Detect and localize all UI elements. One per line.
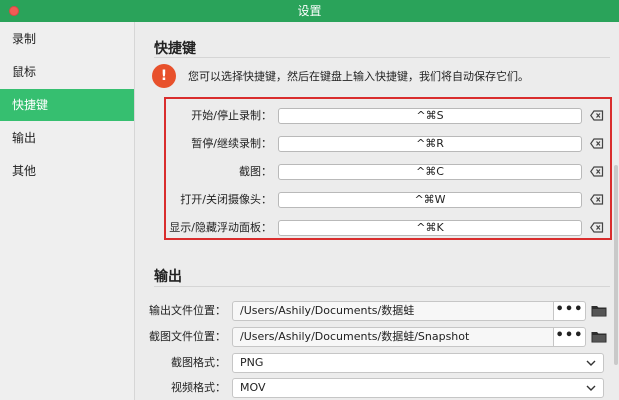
hotkey-field-camera[interactable]: ^⌘W bbox=[278, 192, 582, 208]
sidebar-item-output[interactable]: 输出 bbox=[0, 122, 134, 154]
hotkey-label: 暂停/继续录制： bbox=[191, 137, 272, 150]
video-format-row: 视频格式： MOV bbox=[136, 377, 619, 399]
video-format-value: MOV bbox=[240, 381, 266, 394]
hotkey-field-screenshot[interactable]: ^⌘C bbox=[278, 164, 582, 180]
output-file-location-label: 输出文件位置： bbox=[149, 304, 226, 317]
sidebar-item-other[interactable]: 其他 bbox=[0, 155, 134, 187]
hotkey-field-float-panel[interactable]: ^⌘K bbox=[278, 220, 582, 236]
hotkey-row-float-panel: 显示/隐藏浮动面板： ^⌘K bbox=[166, 218, 614, 238]
warning-icon: ! bbox=[152, 64, 176, 88]
title-bar: 设置 bbox=[0, 0, 619, 22]
output-file-location-row: 输出文件位置： /Users/Ashily/Documents/数据蛙 ••• bbox=[136, 300, 619, 322]
sidebar-item-mouse[interactable]: 鼠标 bbox=[0, 56, 134, 88]
folder-icon[interactable] bbox=[591, 304, 607, 317]
video-format-select[interactable]: MOV bbox=[232, 378, 604, 398]
chevron-down-icon bbox=[586, 385, 596, 391]
screenshot-location-field[interactable]: /Users/Ashily/Documents/数据蛙/Snapshot bbox=[232, 327, 554, 347]
clear-hotkey-icon[interactable] bbox=[590, 194, 604, 205]
hotkey-label: 开始/停止录制： bbox=[191, 109, 272, 122]
hotkeys-section-title: 快捷键 bbox=[154, 41, 196, 57]
hotkeys-notice: 您可以选择快捷键，然后在键盘上输入快捷键，我们将自动保存它们。 bbox=[188, 70, 529, 83]
hotkey-label: 打开/关闭摄像头： bbox=[180, 193, 272, 206]
output-divider bbox=[154, 286, 610, 287]
folder-icon[interactable] bbox=[591, 330, 607, 343]
clear-hotkey-icon[interactable] bbox=[590, 166, 604, 177]
hotkey-field-pause[interactable]: ^⌘R bbox=[278, 136, 582, 152]
hotkey-row-screenshot: 截图： ^⌘C bbox=[166, 162, 614, 182]
chevron-down-icon bbox=[586, 360, 596, 366]
hotkeys-highlight-box: 开始/停止录制： ^⌘S 暂停/继续录制： ^⌘R 截图： ^⌘C 打开/关闭摄… bbox=[164, 97, 612, 240]
hotkey-row-camera: 打开/关闭摄像头： ^⌘W bbox=[166, 190, 614, 210]
hotkeys-divider bbox=[154, 57, 610, 58]
clear-hotkey-icon[interactable] bbox=[590, 138, 604, 149]
video-format-label: 视频格式： bbox=[171, 381, 226, 394]
sidebar: 录制 鼠标 快捷键 输出 其他 bbox=[0, 22, 135, 400]
screenshot-location-browse-button[interactable]: ••• bbox=[554, 327, 586, 347]
clear-hotkey-icon[interactable] bbox=[590, 222, 604, 233]
screenshot-format-row: 截图格式： PNG bbox=[136, 352, 619, 374]
content-scrollbar[interactable] bbox=[614, 165, 618, 365]
screenshot-location-row: 截图文件位置： /Users/Ashily/Documents/数据蛙/Snap… bbox=[136, 326, 619, 348]
screenshot-format-value: PNG bbox=[240, 356, 264, 369]
output-section-title: 输出 bbox=[154, 269, 182, 285]
hotkey-field-record[interactable]: ^⌘S bbox=[278, 108, 582, 124]
sidebar-item-hotkeys[interactable]: 快捷键 bbox=[0, 89, 134, 121]
clear-hotkey-icon[interactable] bbox=[590, 110, 604, 121]
hotkey-label: 显示/隐藏浮动面板： bbox=[169, 221, 272, 234]
screenshot-location-label: 截图文件位置： bbox=[149, 330, 226, 343]
hotkey-row-pause: 暂停/继续录制： ^⌘R bbox=[166, 134, 614, 154]
sidebar-item-record[interactable]: 录制 bbox=[0, 23, 134, 55]
output-file-location-field[interactable]: /Users/Ashily/Documents/数据蛙 bbox=[232, 301, 554, 321]
settings-content: 快捷键 ! 您可以选择快捷键，然后在键盘上输入快捷键，我们将自动保存它们。 开始… bbox=[136, 22, 619, 400]
hotkey-label: 截图： bbox=[239, 165, 272, 178]
output-file-location-browse-button[interactable]: ••• bbox=[554, 301, 586, 321]
screenshot-format-label: 截图格式： bbox=[171, 356, 226, 369]
window-title: 设置 bbox=[297, 4, 322, 18]
screenshot-format-select[interactable]: PNG bbox=[232, 353, 604, 373]
hotkey-row-record: 开始/停止录制： ^⌘S bbox=[166, 106, 614, 126]
